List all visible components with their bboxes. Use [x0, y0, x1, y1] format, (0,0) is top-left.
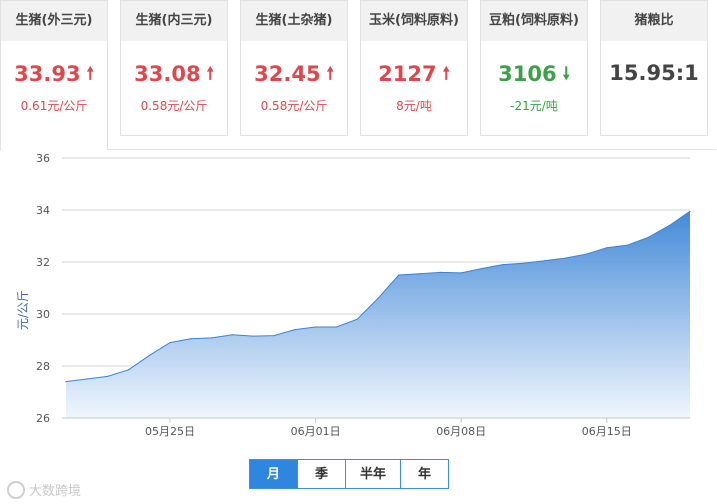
card-corn[interactable]: 玉米(饲料原料) 2127 🠕 8元/吨	[360, 0, 468, 136]
card-price: 3106 🠗	[481, 61, 587, 90]
price-value: 32.45	[254, 62, 321, 86]
data-point	[86, 378, 88, 380]
data-point	[148, 355, 150, 357]
data-point	[169, 342, 171, 344]
data-point	[231, 334, 233, 336]
y-tick-label: 36	[36, 152, 50, 165]
y-tick-label: 34	[36, 204, 50, 217]
card-title: 猪粮比	[601, 1, 707, 41]
card-pig-grain-ratio[interactable]: 猪粮比 15.95:1	[600, 0, 708, 136]
y-axis-label: 元/公斤	[16, 290, 30, 330]
x-tick-label: 06月08日	[436, 425, 486, 438]
data-point	[294, 329, 296, 331]
price-value: 3106	[498, 62, 557, 86]
arrow-up-icon: 🠕	[86, 64, 94, 84]
x-tick-label: 05月25日	[145, 425, 195, 438]
data-point	[190, 338, 192, 340]
data-point	[377, 297, 379, 299]
data-point	[627, 244, 629, 246]
arrow-down-icon: 🠗	[562, 64, 570, 84]
data-point	[668, 225, 670, 227]
data-point	[356, 318, 358, 320]
card-soymeal[interactable]: 豆粕(饲料原料) 3106 🠗 -21元/吨	[480, 0, 588, 136]
card-change: 0.61元/公斤	[20, 99, 88, 113]
data-point	[564, 257, 566, 259]
x-tick-label: 06月01日	[291, 425, 341, 438]
data-point	[398, 274, 400, 276]
card-change: 8元/吨	[396, 99, 432, 113]
card-pig-inner[interactable]: 生猪(内三元) 33.08 🠕 0.58元/公斤	[120, 0, 228, 136]
data-point	[335, 326, 337, 328]
arrow-up-icon: 🠕	[326, 64, 334, 84]
y-tick-label: 32	[36, 256, 50, 269]
card-title: 生猪(内三元)	[121, 1, 227, 41]
data-point	[273, 335, 275, 337]
data-point	[252, 335, 254, 337]
price-value: 33.08	[134, 62, 201, 86]
watermark: 大数跨境	[7, 480, 81, 499]
price-value: 33.93	[14, 62, 81, 86]
tab-month[interactable]: 月	[249, 459, 298, 489]
price-area-chart: 26 28 30 32 34 36 05月25日 06月01日 06月08日 06月15日 元/公…	[16, 152, 691, 438]
data-point	[543, 260, 546, 262]
data-point	[585, 253, 587, 255]
y-tick-label: 26	[36, 412, 50, 425]
data-point	[523, 262, 525, 264]
data-point	[647, 236, 650, 238]
data-point	[606, 247, 608, 249]
price-value: 2127	[378, 62, 437, 86]
card-price: 2127 🠕	[361, 61, 467, 90]
card-title: 生猪(土杂猪)	[241, 1, 347, 41]
data-point	[211, 337, 213, 339]
data-point	[481, 267, 483, 270]
card-title: 豆粕(饲料原料)	[481, 1, 587, 41]
y-tick-label: 28	[36, 360, 50, 373]
period-tabs: 月 季 半年 年	[249, 459, 449, 489]
tab-year[interactable]: 年	[400, 459, 449, 489]
card-price: 33.08 🠕	[121, 61, 227, 90]
tab-quarter[interactable]: 季	[297, 459, 346, 489]
card-change: 0.58元/公斤	[140, 99, 208, 113]
arrow-up-icon: 🠕	[442, 64, 450, 84]
data-point	[107, 375, 109, 377]
tab-half-year[interactable]: 半年	[345, 459, 401, 489]
data-point	[460, 272, 462, 274]
card-pig-outer[interactable]: 生猪(外三元) 33.93 🠕 0.61元/公斤	[0, 0, 108, 150]
card-price: 32.45 🠕	[241, 61, 347, 90]
card-pig-native[interactable]: 生猪(土杂猪) 32.45 🠕 0.58元/公斤	[240, 0, 348, 136]
data-point	[502, 264, 504, 266]
data-point	[127, 369, 129, 371]
card-change: -21元/吨	[510, 99, 558, 113]
chart-panel: 26 28 30 32 34 36 05月25日 06月01日 06月08日 06月15日 元/公…	[0, 149, 716, 503]
data-point	[315, 326, 317, 328]
watermark-text: 大数跨境	[29, 484, 82, 499]
card-title: 玉米(饲料原料)	[361, 1, 467, 41]
card-title: 生猪(外三元)	[1, 1, 107, 41]
series-area	[66, 211, 690, 418]
card-change: 0.58元/公斤	[260, 99, 328, 113]
price-value: 15.95:1	[609, 61, 699, 85]
x-tick-label: 06月15日	[582, 425, 632, 438]
arrow-up-icon: 🠕	[206, 64, 214, 84]
price-cards: 生猪(外三元) 33.93 🠕 0.61元/公斤 生猪(内三元) 33.08 🠕 0…	[0, 0, 717, 150]
data-point	[689, 210, 691, 212]
data-point	[65, 381, 67, 383]
data-point	[439, 271, 441, 273]
y-tick-label: 30	[36, 308, 50, 321]
card-price: 33.93 🠕	[1, 61, 107, 90]
watermark-logo-icon	[7, 480, 25, 499]
data-point	[419, 273, 421, 275]
card-price: 15.95:1	[601, 61, 707, 85]
